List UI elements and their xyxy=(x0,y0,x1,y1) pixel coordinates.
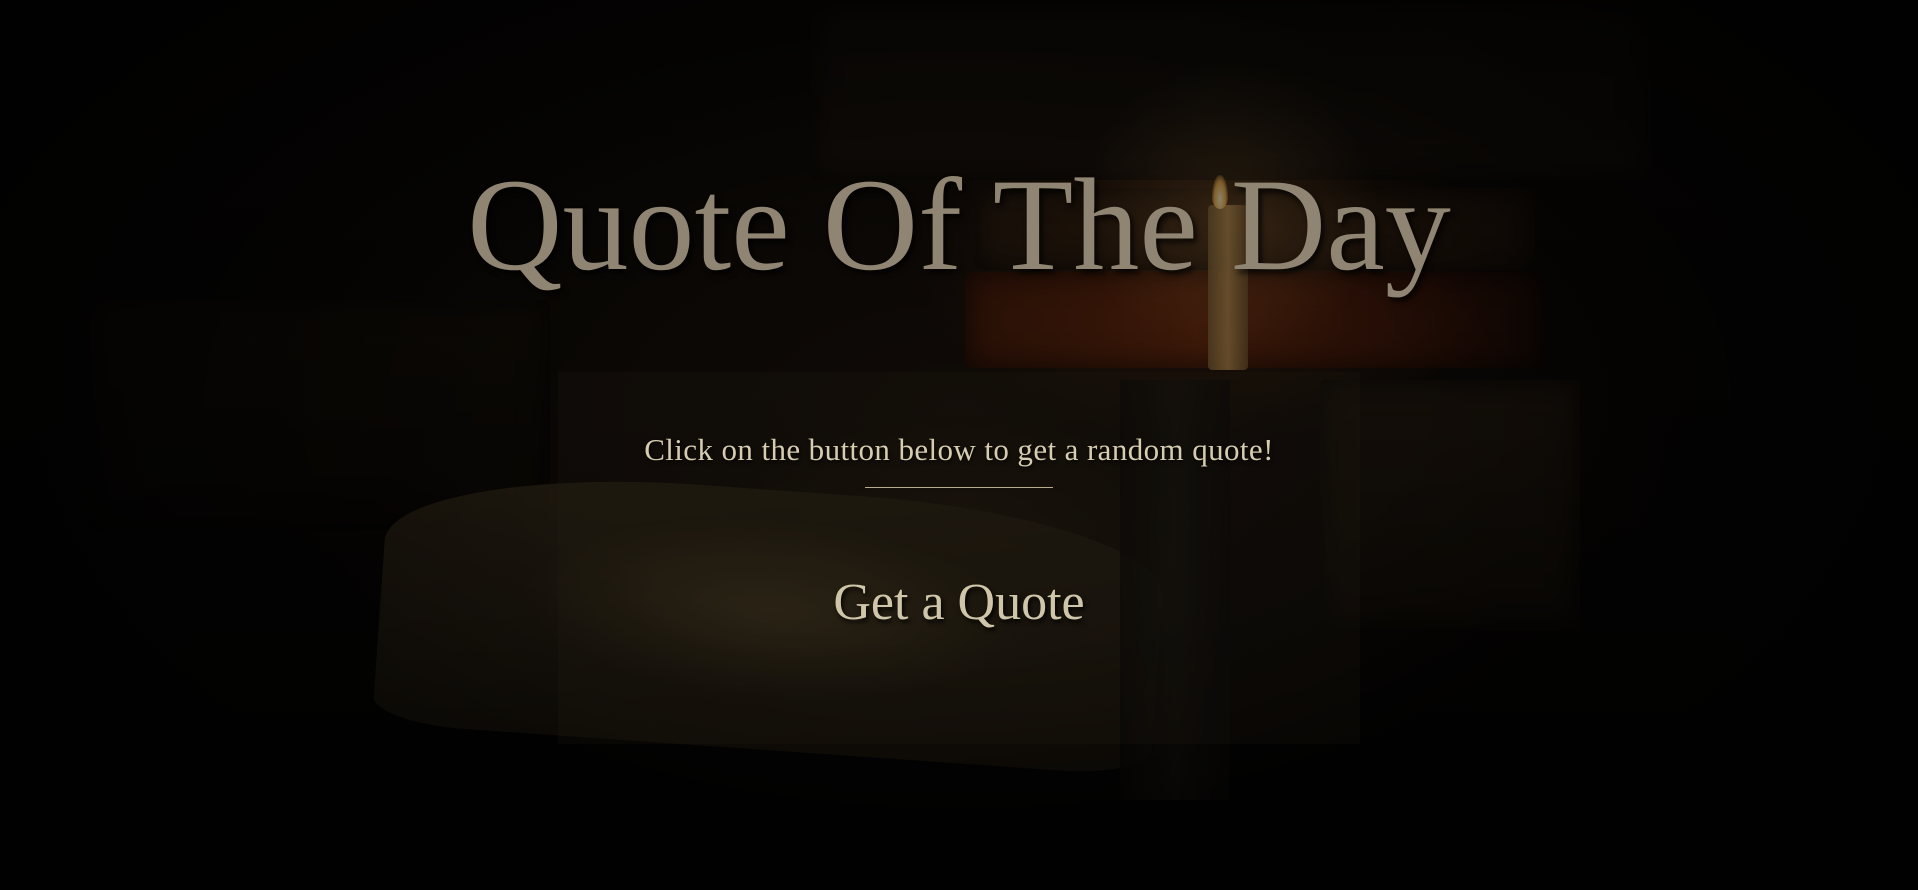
instruction-text: Click on the button below to get a rando… xyxy=(644,432,1274,467)
get-quote-button[interactable]: Get a Quote xyxy=(794,564,1124,642)
quote-panel: Click on the button below to get a rando… xyxy=(558,372,1360,744)
page: Quote Of The Day Click on the button bel… xyxy=(0,0,1918,890)
page-title: Quote Of The Day xyxy=(467,151,1451,298)
left-book-stack xyxy=(90,300,550,530)
divider xyxy=(865,487,1053,488)
